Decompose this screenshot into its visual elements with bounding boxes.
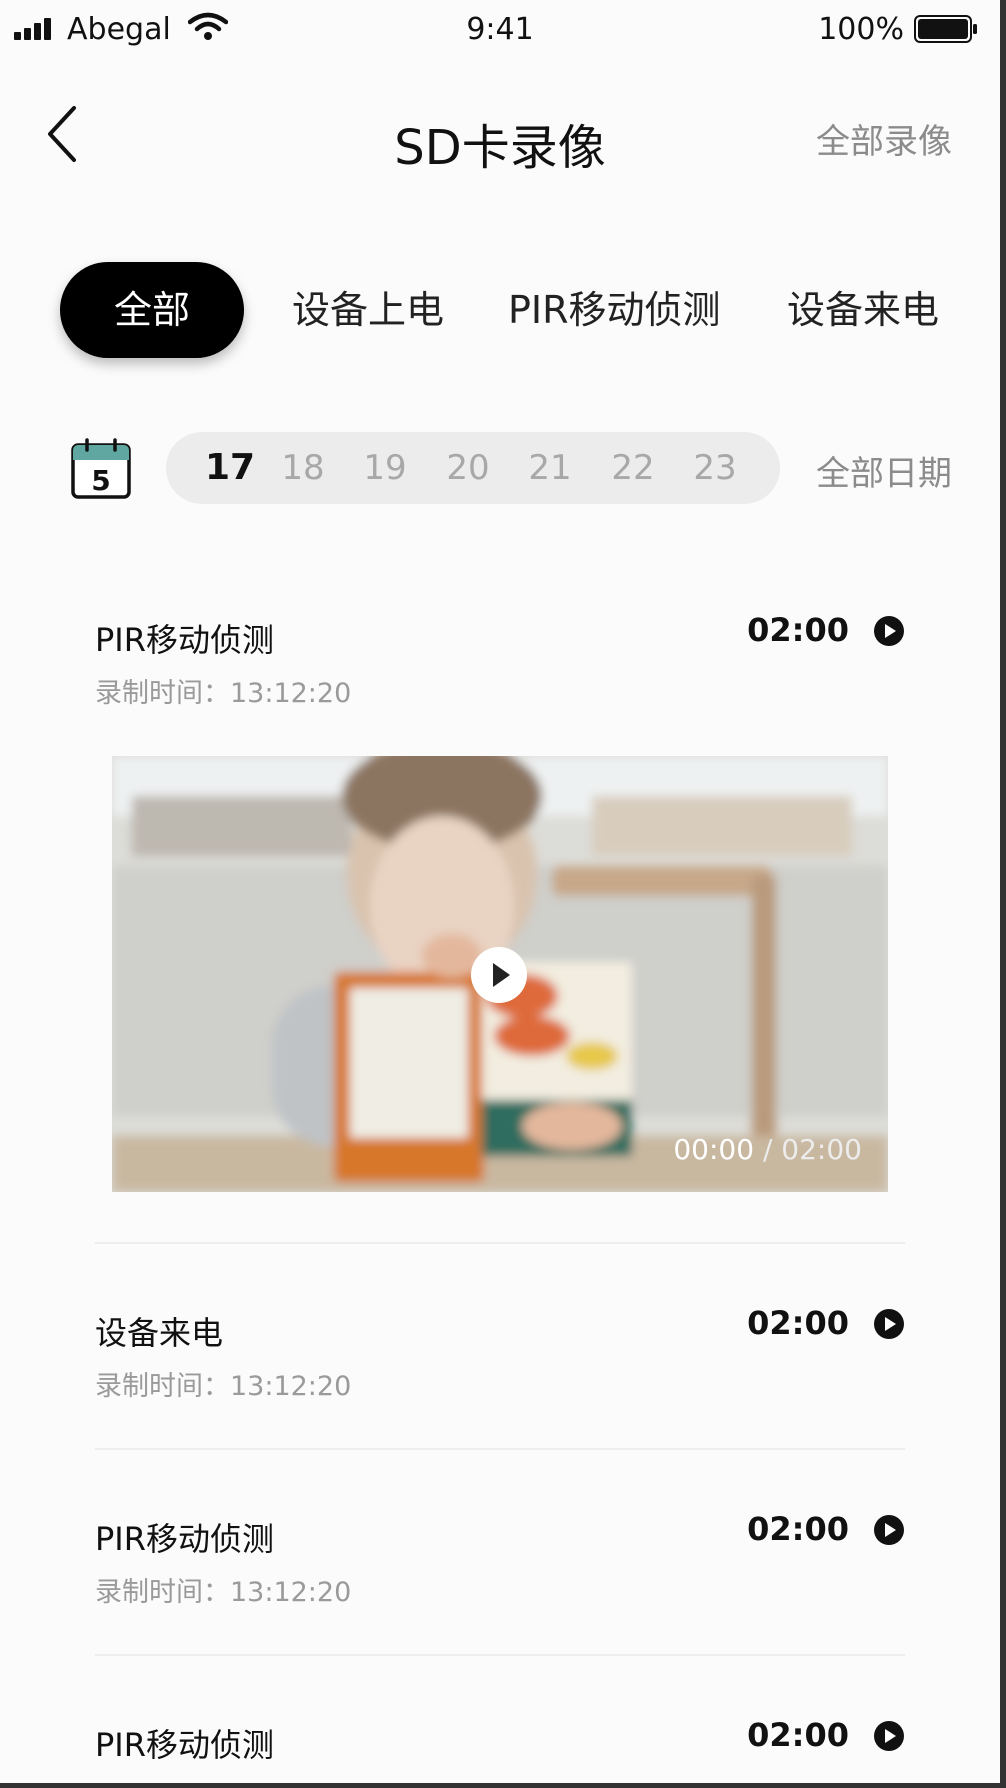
date-selector: 5 17 18 19 20 21 22 23 全部日期 — [0, 430, 1000, 506]
day-22[interactable]: 22 — [603, 432, 663, 504]
day-23[interactable]: 23 — [685, 432, 745, 504]
record-duration: 02:00 — [747, 1510, 849, 1548]
tab-device-power-on[interactable]: 设备上电 — [292, 262, 444, 358]
video-timecode: 00:00 / 02:00 — [673, 1133, 862, 1166]
status-bar: Abegal 9:41 100% — [0, 0, 1000, 60]
video-player[interactable]: 00:00 / 02:00 — [112, 756, 888, 1192]
record-title: PIR移动侦测 — [95, 1520, 274, 1558]
wifi-icon — [188, 12, 228, 40]
divider — [95, 1654, 905, 1656]
divider — [95, 1448, 905, 1450]
tab-device-call[interactable]: 设备来电 — [787, 262, 939, 358]
play-circle-icon[interactable] — [873, 1308, 905, 1340]
carrier-name: Abegal — [67, 12, 171, 47]
filter-tabs: 全部 设备上电 PIR移动侦测 设备来电 — [0, 262, 1000, 358]
all-dates-link[interactable]: 全部日期 — [816, 446, 952, 495]
tab-pir-motion[interactable]: PIR移动侦测 — [508, 262, 721, 358]
battery-icon — [914, 15, 977, 43]
battery-percent: 100% — [818, 12, 904, 47]
video-play-icon[interactable] — [470, 946, 528, 1004]
video-total-time: 02:00 — [781, 1133, 862, 1166]
day-19[interactable]: 19 — [355, 432, 415, 504]
record-title: 设备来电 — [95, 1314, 224, 1352]
play-circle-icon[interactable] — [873, 615, 905, 647]
record-title: PIR移动侦测 — [95, 621, 274, 659]
clock: 9:41 — [466, 12, 534, 47]
video-current-time: 00:00 — [673, 1133, 755, 1166]
day-18[interactable]: 18 — [273, 432, 333, 504]
nav-bar: SD卡录像 全部录像 — [0, 80, 1000, 190]
sd-card-recordings-screen: Abegal 9:41 100% SD卡录像 全部录像 全部 设备上电 PIR移… — [0, 0, 1006, 1788]
record-duration: 02:00 — [747, 1716, 849, 1754]
device-frame-edge — [0, 1783, 1006, 1788]
day-17[interactable]: 17 — [200, 432, 260, 504]
record-time: 录制时间：13:12:20 — [95, 678, 352, 709]
record-time: 录制时间：13:12:20 — [95, 1371, 352, 1402]
tab-all[interactable]: 全部 — [60, 262, 244, 358]
day-21[interactable]: 21 — [520, 432, 580, 504]
date-strip: 17 18 19 20 21 22 23 — [166, 432, 780, 504]
record-duration: 02:00 — [747, 1304, 849, 1342]
play-circle-icon[interactable] — [873, 1720, 905, 1752]
calendar-day-number: 5 — [91, 464, 110, 497]
video-time-separator: / — [754, 1133, 782, 1166]
device-frame-edge — [1000, 0, 1006, 1788]
play-circle-icon[interactable] — [873, 1514, 905, 1546]
all-recordings-link[interactable]: 全部录像 — [816, 114, 952, 163]
signal-icon — [14, 18, 51, 40]
day-20[interactable]: 20 — [438, 432, 498, 504]
record-duration: 02:00 — [747, 611, 849, 649]
divider — [95, 1242, 905, 1244]
record-time: 录制时间：13:12:20 — [95, 1577, 352, 1608]
calendar-icon[interactable]: 5 — [70, 438, 132, 500]
record-title: PIR移动侦测 — [95, 1726, 274, 1764]
